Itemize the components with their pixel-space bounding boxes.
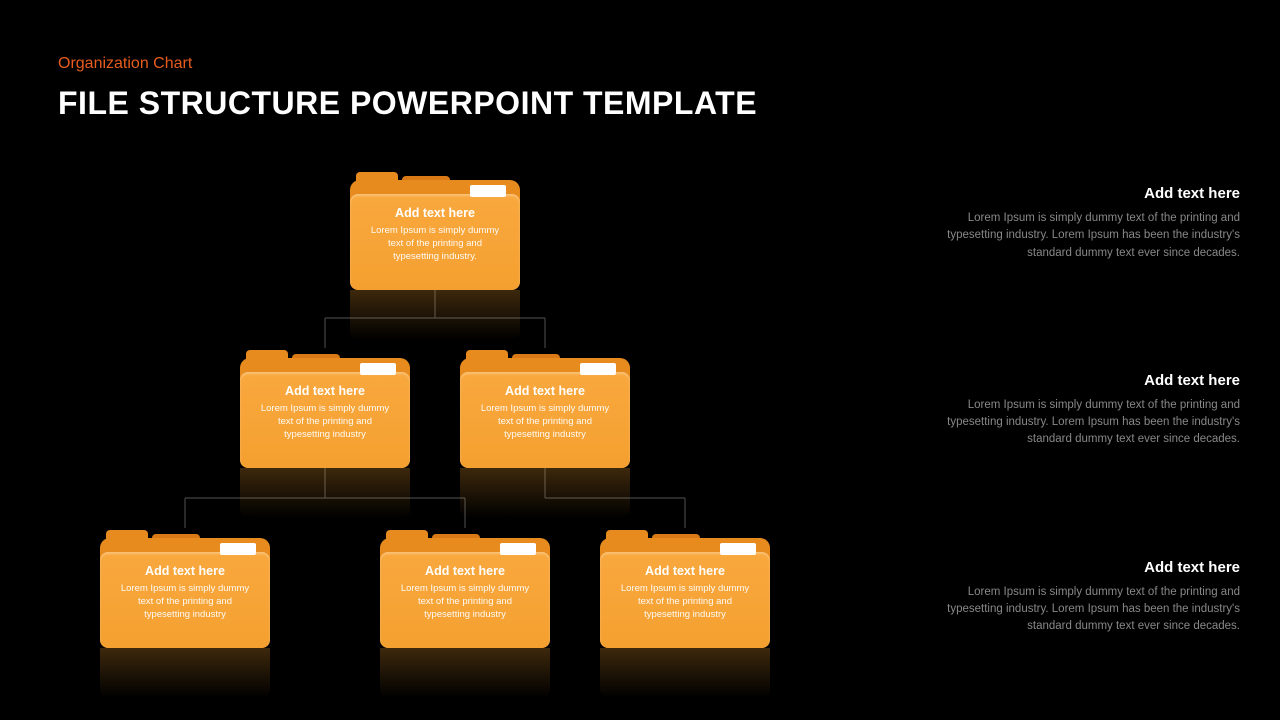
folder-reflection [100, 648, 270, 698]
folder-body: Lorem Ipsum is simply dummy text of the … [116, 583, 254, 621]
side-text-title: Add text here [920, 559, 1240, 576]
folder-node-bottom-mid: Add text here Lorem Ipsum is simply dumm… [380, 528, 550, 648]
folder-title: Add text here [396, 564, 534, 578]
folder-reflection [240, 468, 410, 518]
paper-clip-icon [720, 543, 756, 555]
folder-title: Add text here [366, 206, 504, 220]
folder-reflection [460, 468, 630, 518]
paper-clip-icon [500, 543, 536, 555]
side-text-body: Lorem Ipsum is simply dummy text of the … [920, 584, 1240, 636]
side-text-body: Lorem Ipsum is simply dummy text of the … [920, 397, 1240, 449]
side-text-body: Lorem Ipsum is simply dummy text of the … [920, 210, 1240, 262]
paper-clip-icon [360, 363, 396, 375]
folder-body: Lorem Ipsum is simply dummy text of the … [476, 403, 614, 441]
folder-title: Add text here [116, 564, 254, 578]
folder-title: Add text here [476, 384, 614, 398]
folder-title: Add text here [256, 384, 394, 398]
folder-node-bottom-right: Add text here Lorem Ipsum is simply dumm… [600, 528, 770, 648]
folder-node-bottom-left: Add text here Lorem Ipsum is simply dumm… [100, 528, 270, 648]
folder-title: Add text here [616, 564, 754, 578]
folder-reflection [380, 648, 550, 698]
paper-clip-icon [470, 185, 506, 197]
paper-clip-icon [580, 363, 616, 375]
folder-reflection [600, 648, 770, 698]
diagram-canvas: Add text here Lorem Ipsum is simply dumm… [0, 0, 900, 720]
folder-body: Lorem Ipsum is simply dummy text of the … [256, 403, 394, 441]
paper-clip-icon [220, 543, 256, 555]
side-text-title: Add text here [920, 185, 1240, 202]
side-text-item: Add text here Lorem Ipsum is simply dumm… [920, 559, 1240, 636]
folder-node-top: Add text here Lorem Ipsum is simply dumm… [350, 170, 520, 290]
side-text-column: Add text here Lorem Ipsum is simply dumm… [920, 185, 1240, 635]
side-text-item: Add text here Lorem Ipsum is simply dumm… [920, 372, 1240, 449]
folder-body: Lorem Ipsum is simply dummy text of the … [396, 583, 534, 621]
folder-node-mid-right: Add text here Lorem Ipsum is simply dumm… [460, 348, 630, 468]
side-text-item: Add text here Lorem Ipsum is simply dumm… [920, 185, 1240, 262]
folder-body: Lorem Ipsum is simply dummy text of the … [616, 583, 754, 621]
folder-reflection [350, 290, 520, 340]
folder-body: Lorem Ipsum is simply dummy text of the … [366, 225, 504, 263]
folder-node-mid-left: Add text here Lorem Ipsum is simply dumm… [240, 348, 410, 468]
side-text-title: Add text here [920, 372, 1240, 389]
